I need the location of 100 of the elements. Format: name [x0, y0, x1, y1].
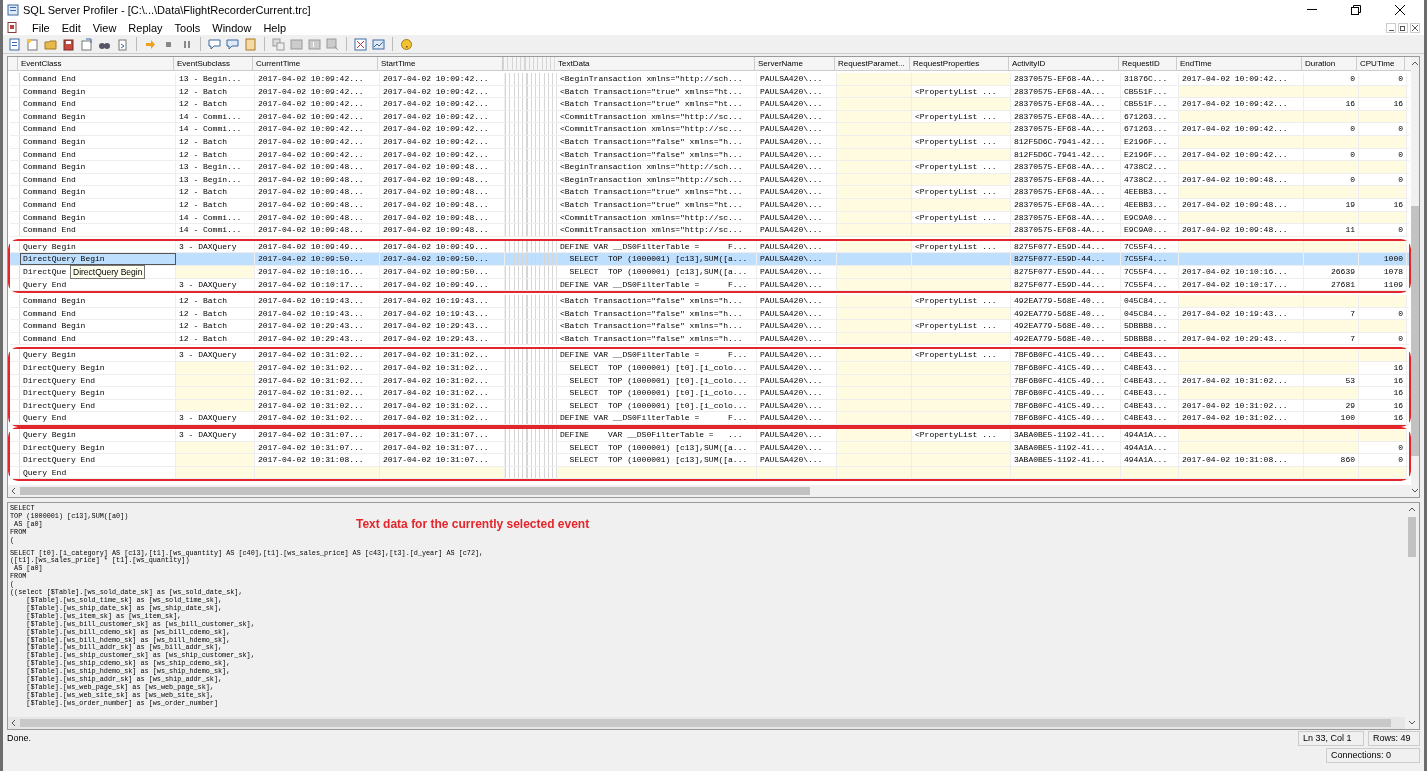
scrollbar-thumb[interactable]: [1408, 517, 1416, 557]
scrollbar-thumb[interactable]: [20, 487, 810, 495]
table-cell: 492EA779-568E-40...: [1011, 320, 1121, 332]
toolbar-button[interactable]: [61, 36, 76, 52]
document-icon: [8, 37, 21, 51]
column-header[interactable]: RequestParamet...: [835, 57, 910, 70]
scrollbar-thumb[interactable]: [1411, 206, 1419, 456]
table-row[interactable]: Query Begin 3 - DAXQuery 2017-04-02 10:09:49... 2017-04-02 10:09:49... DEFINE VAR __DS0FilterTable = F... PAULSA420\... <PropertyList ... 8275F077-E59D-44... 7C55F4...: [10, 240, 1409, 254]
table-cell: CB551F...: [1121, 98, 1179, 110]
table-cell: 3ABA0BE5-1192-41...: [1011, 441, 1121, 454]
toolbar-button[interactable]: [207, 36, 222, 52]
table-cell: 2017-04-02 10:19:43...: [255, 307, 380, 320]
table-cell: 2017-04-02 10:09:42...: [255, 123, 380, 135]
column-header[interactable]: CPUTime: [1357, 57, 1405, 70]
table-cell: 2017-04-02 10:09:50...: [380, 253, 505, 265]
table-cell: SELECT TOP (1000001) [c13],SUM([a...: [557, 253, 757, 265]
toolbar-button[interactable]: [399, 36, 414, 52]
table-cell: 28370575-EF68-4A...: [1011, 73, 1121, 85]
table-row[interactable]: Query Begin 3 - DAXQuery 2017-04-02 10:31:02... 2017-04-02 10:31:02... DEFINE VAR __DS0FilterTable = F... PAULSA420\... <PropertyList ... 7BF6B0FC-41C5-49... C4BE43...: [10, 349, 1409, 363]
scrollbar-thumb[interactable]: [20, 719, 1391, 727]
column-header[interactable]: TextData: [555, 57, 755, 70]
document-icon: [80, 37, 93, 51]
menu-item[interactable]: Replay: [122, 20, 169, 35]
column-header[interactable]: EventClass: [18, 57, 174, 70]
column-header[interactable]: Duration: [1302, 57, 1357, 70]
menu-item[interactable]: View: [86, 20, 123, 35]
table-cell: <Batch Transaction="false" xmlns="h...: [557, 332, 757, 345]
column-header[interactable]: ActivityID: [1009, 57, 1119, 70]
table-cell: 2017-04-02 10:09:49...: [255, 240, 380, 253]
table-cell: 3 - DAXQuery: [176, 429, 255, 441]
menu-item[interactable]: Window: [206, 20, 258, 35]
table-cell: 2017-04-02 10:09:42...: [380, 85, 505, 98]
menu-item[interactable]: Tools: [168, 20, 207, 35]
table-row[interactable]: Command Begin 12 - Batch 2017-04-02 10:19:43... 2017-04-02 10:19:43... <Batch Transaction="false" xmlns="h... PAULSA420\... <PropertyList ... 492EA779-568E-40... 045C84...: [10, 295, 1409, 308]
menu-item[interactable]: Edit: [55, 20, 87, 35]
table-cell: C4BE43...: [1121, 374, 1179, 387]
table-cell: SELECT TOP (1000001) [t0].[i_colo...: [557, 387, 757, 399]
toolbar-button[interactable]: [353, 36, 368, 52]
column-header[interactable]: RequestID: [1119, 57, 1177, 70]
table-cell: Command Begin: [20, 186, 176, 198]
column-header[interactable]: CurrentTime: [253, 57, 378, 70]
table-row[interactable]: Command End 14 - Commi... 2017-04-02 10:09:48... 2017-04-02 10:09:48... <CommitTransaction xmlns="http://sc... PAULSA420\... 28370575-EF68-4A... E9C9A0... 2017-04-02 10:09:48... 11 0: [10, 224, 1409, 237]
horizontal-scrollbar[interactable]: [8, 485, 1411, 497]
speech-bubble-icon: [208, 37, 221, 51]
column-header[interactable]: ServerName: [755, 57, 835, 70]
table-row[interactable]: DirectQuery Begin 2017-04-02 10:31:02... 2017-04-02 10:31:02... SELECT TOP (1000001) [t0].[i_colo... PAULSA420\... 7BF6B0FC-41C5-49... C4BE43... 16: [10, 362, 1409, 375]
vertical-scrollbar[interactable]: [1411, 57, 1419, 497]
table-row[interactable]: Query Begin 3 - DAXQuery 2017-04-02 10:31:07... 2017-04-02 10:31:07... DEFINE VAR __DS0FilterTable = ... PAULSA420\... <PropertyList ... 3ABA0BE5-1192-41... 494A1A...: [10, 429, 1409, 442]
table-cell: Command Begin: [20, 110, 176, 123]
folder-icon: [44, 37, 57, 51]
column-header[interactable]: EventSubclass: [174, 57, 253, 70]
table-cell: 0: [1359, 148, 1407, 161]
toolbar-button[interactable]: [225, 36, 240, 52]
table-cell: 2017-04-02 10:09:48...: [380, 198, 505, 211]
table-cell: 7: [1304, 332, 1359, 345]
table-cell: 28370575-EF68-4A...: [1011, 211, 1121, 224]
table-row[interactable]: DirectQuery End 2017-04-02 10:31:08... 2017-04-02 10:31:07... SELECT TOP (1000001) [c13],SUM([a... PAULSA420\... 3ABA0BE5-1192-41... 494A1A... 2017-04-02 10:31:08... 860 0: [10, 454, 1409, 467]
table-cell: 2017-04-02 10:09:42...: [255, 110, 380, 123]
table-cell: 2017-04-02 10:10:16...: [1179, 265, 1304, 278]
table-cell: 2017-04-02 10:31:02...: [255, 374, 380, 387]
speech-bubble-icon: [226, 37, 239, 51]
child-restore-button[interactable]: [1398, 22, 1408, 33]
menu-item[interactable]: File: [26, 20, 56, 35]
horizontal-scrollbar[interactable]: [8, 717, 1405, 729]
table-row[interactable]: DirectQuery Begin 2017-04-02 10:31:02... 2017-04-02 10:31:02... SELECT TOP (1000001) [t0].[i_colo... PAULSA420\... 7BF6B0FC-41C5-49... C4BE43... 16: [10, 387, 1409, 400]
table-cell: 2017-04-02 10:31:02...: [1179, 374, 1304, 387]
toolbar-button[interactable]: [7, 36, 22, 52]
table-row[interactable]: DirectQuery Begin 2017-04-02 10:09:50... 2017-04-02 10:09:50... SELECT TOP (1000001) [c13],SUM([a... PAULSA420\... 8275F077-E59D-44... 7C55F4... 1000: [10, 253, 1409, 266]
child-minimize-button[interactable]: [1386, 22, 1396, 33]
table-cell: 2017-04-02 10:10:17...: [255, 278, 380, 291]
column-header[interactable]: RequestProperties: [910, 57, 1009, 70]
table-cell: 16: [1359, 412, 1407, 425]
table-row[interactable]: Command End 12 - Batch 2017-04-02 10:09:42... 2017-04-02 10:09:42... <Batch Transaction="true" xmlns="ht... PAULSA420\... 28370575-EF68-4A... CB551F... 2017-04-02 10:09:42... 16 16: [10, 98, 1409, 111]
table-row[interactable]: Command Begin 12 - Batch 2017-04-02 10:09:48... 2017-04-02 10:09:48... <Batch Transaction="true" xmlns="ht... PAULSA420\... <PropertyList ... 28370575-EF68-4A... 4EEBB3...: [10, 186, 1409, 199]
table-cell: 2017-04-02 10:09:49...: [380, 240, 505, 253]
table-row[interactable]: Command Begin 13 - Begin... 2017-04-02 10:09:48... 2017-04-02 10:09:48... <BeginTransaction xmlns="http://sch... PAULSA420\... <PropertyList ... 28370575-EF68-4A... 4738C2...: [10, 161, 1409, 174]
table-row[interactable]: Command End 13 - Begin... 2017-04-02 10:09:42... 2017-04-02 10:09:42... <BeginTransaction xmlns="http://sch... PAULSA420\... 28370575-EF68-4A... 31876C... 2017-04-02 10:09:42... 0 0: [10, 73, 1409, 86]
window-title: SQL Server Profiler - [C:\...\Data\FlightRecorderCurrent.trc]: [23, 2, 311, 18]
menu-item[interactable]: Help: [257, 20, 293, 35]
table-row[interactable]: Command End 14 - Commi... 2017-04-02 10:09:42... 2017-04-02 10:09:42... <CommitTransaction xmlns="http://sc... PAULSA420\... 28370575-EF68-4A... 671263... 2017-04-02 10:09:42... 0 0: [10, 123, 1409, 136]
table-cell: 14 - Commi...: [176, 110, 255, 123]
table-row[interactable]: Command Begin 12 - Batch 2017-04-02 10:29:43... 2017-04-02 10:29:43... <Batch Transaction="false" xmlns="h... PAULSA420\... <PropertyList ... 492EA779-568E-40... 5DBBB8...: [10, 320, 1409, 333]
table-cell: <Batch Transaction="false" xmlns="h...: [557, 320, 757, 332]
table-cell: 16: [1359, 362, 1407, 374]
table-cell: <PropertyList ...: [912, 429, 1011, 441]
table-cell: C4BE43...: [1121, 399, 1179, 412]
column-header[interactable]: EndTime: [1177, 57, 1302, 70]
table-cell: 100: [1304, 412, 1359, 425]
table-cell: 5DBBB8...: [1121, 332, 1179, 345]
table-cell: 3 - DAXQuery: [176, 412, 255, 425]
toolbar-button[interactable]: [79, 36, 94, 52]
table-row[interactable]: Query End 3 - DAXQuery 2017-04-02 10:31:02... 2017-04-02 10:31:02... DEFINE VAR __DS0FilterTable = F... PAULSA420\... 7BF6B0FC-41C5-49... C4BE43... 2017-04-02 10:31:02... 100 16: [10, 412, 1409, 426]
new-document-icon: [26, 37, 39, 51]
column-header[interactable]: StartTime: [378, 57, 503, 70]
table-cell: <Batch Transaction="true" xmlns="ht...: [557, 198, 757, 211]
child-close-button[interactable]: [1410, 22, 1420, 33]
table-cell: 2017-04-02 10:09:42...: [1179, 98, 1304, 110]
table-cell: Command End: [20, 173, 176, 186]
toolbar-button[interactable]: [371, 36, 386, 52]
collapsed-column-headers[interactable]: [503, 57, 555, 70]
